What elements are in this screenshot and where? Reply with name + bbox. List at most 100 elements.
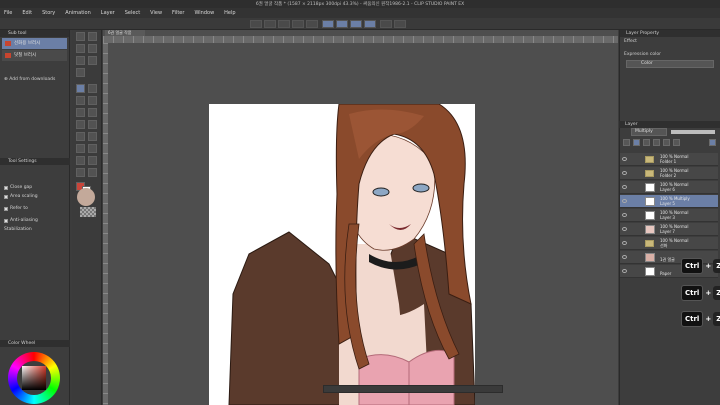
gradient-tool-icon[interactable] xyxy=(76,132,85,141)
eye-icon[interactable] xyxy=(622,269,627,273)
balloon-tool-icon[interactable] xyxy=(88,156,97,165)
canvas-area[interactable]: 6권 얼굴 작품 xyxy=(103,30,618,405)
menu-layer[interactable]: Layer xyxy=(101,10,115,16)
canvas-command-bar[interactable] xyxy=(323,385,503,393)
saturation-value-square[interactable] xyxy=(22,366,46,390)
ruler-link-icon[interactable] xyxy=(673,139,680,146)
menu-file[interactable]: File xyxy=(4,10,12,16)
clip-icon[interactable] xyxy=(623,139,630,146)
brush-swatch-icon xyxy=(5,53,11,58)
decoration-tool-icon[interactable] xyxy=(76,108,85,117)
effect-label: Effect xyxy=(624,39,637,44)
eye-icon[interactable] xyxy=(622,185,627,189)
layer-thumbnail xyxy=(645,253,655,262)
shortcut-overlay: Ctrl + Z xyxy=(681,311,720,327)
checkbox-icon[interactable] xyxy=(4,185,8,190)
airbrush-tool-icon[interactable] xyxy=(88,96,97,105)
anti-aliasing-option[interactable]: Anti-aliasing xyxy=(0,216,70,225)
brush-tip-preview xyxy=(77,188,95,206)
plus-sign: + xyxy=(705,315,712,323)
color-wheel-header: Color Wheel xyxy=(0,340,70,347)
layer-name: Paper xyxy=(660,271,672,276)
frame-tool-icon[interactable] xyxy=(76,144,85,153)
command-button[interactable] xyxy=(292,20,304,28)
menu-help[interactable]: Help xyxy=(224,10,235,16)
ruler-tool-icon[interactable] xyxy=(88,144,97,153)
opacity-slider[interactable] xyxy=(671,130,715,134)
eye-icon[interactable] xyxy=(622,227,627,231)
menu-filter[interactable]: Filter xyxy=(172,10,184,16)
command-button[interactable] xyxy=(380,20,392,28)
area-scaling-option[interactable]: Area scaling xyxy=(0,192,70,201)
option-label: Area scaling xyxy=(10,194,38,199)
eye-icon[interactable] xyxy=(622,213,627,217)
blend-tool-icon[interactable] xyxy=(76,120,85,129)
subtool-item-overpaint[interactable]: 덧칠 브러시 xyxy=(2,50,67,61)
move-layer-tool-icon[interactable] xyxy=(88,44,97,53)
tool-property-panel: Tool Settings Close gap Area scaling Ref… xyxy=(0,158,70,234)
menu-select[interactable]: Select xyxy=(125,10,140,16)
brush-texture-preview xyxy=(80,207,96,217)
layer-row[interactable]: 100 % Normal 선화 xyxy=(620,237,718,250)
refer-to-option[interactable]: Refer to xyxy=(0,204,70,213)
eye-icon[interactable] xyxy=(622,241,627,245)
line-correction-tool-icon[interactable] xyxy=(76,168,85,177)
zoom-tool-icon[interactable] xyxy=(76,32,85,41)
command-button[interactable] xyxy=(278,20,290,28)
command-button[interactable] xyxy=(264,20,276,28)
selection-tool-icon[interactable] xyxy=(76,56,85,65)
menu-window[interactable]: Window xyxy=(194,10,214,16)
menu-story[interactable]: Story xyxy=(42,10,55,16)
text-tool-icon[interactable] xyxy=(76,156,85,165)
command-button[interactable] xyxy=(306,20,318,28)
stabilization-option[interactable]: Stabilization xyxy=(0,225,70,234)
eyedropper-tool-icon[interactable] xyxy=(76,68,85,77)
menu-edit[interactable]: Edit xyxy=(22,10,32,16)
eye-icon[interactable] xyxy=(622,255,627,259)
layer-color-icon[interactable] xyxy=(709,139,716,146)
checkbox-icon[interactable] xyxy=(4,206,8,211)
expression-color-select[interactable]: Color xyxy=(626,60,714,68)
eraser-tool-icon[interactable] xyxy=(88,108,97,117)
lock-transparent-icon[interactable] xyxy=(653,139,660,146)
layer-row[interactable]: 100 % Normal Folder 1 xyxy=(620,153,718,166)
layer-row-selected[interactable]: 100 % Multiply Layer 5 xyxy=(620,195,718,208)
selection-tool-button[interactable] xyxy=(336,20,348,28)
layer-row[interactable]: 100 % Normal Layer 7 xyxy=(620,223,718,236)
eye-icon[interactable] xyxy=(622,171,627,175)
plus-sign: + xyxy=(705,289,712,297)
fill-tool-icon[interactable] xyxy=(88,120,97,129)
command-button[interactable] xyxy=(250,20,262,28)
pencil-tool-icon[interactable] xyxy=(88,84,97,93)
mask-icon[interactable] xyxy=(663,139,670,146)
selection-tool-button[interactable] xyxy=(322,20,334,28)
eye-icon[interactable] xyxy=(622,199,627,203)
add-from-downloads-link[interactable]: ⊕ Add from downloads xyxy=(0,71,69,82)
brush-tool-icon[interactable] xyxy=(76,96,85,105)
selection-tool-button[interactable] xyxy=(350,20,362,28)
auto-select-tool-icon[interactable] xyxy=(88,56,97,65)
layer-row[interactable]: 100 % Normal Folder 2 xyxy=(620,167,718,180)
checkbox-icon[interactable] xyxy=(4,218,8,223)
pen-tool-icon[interactable] xyxy=(76,84,85,93)
correct-line-tool-icon[interactable] xyxy=(88,168,97,177)
selection-tool-button[interactable] xyxy=(364,20,376,28)
canvas-paper[interactable] xyxy=(209,104,475,405)
command-button[interactable] xyxy=(394,20,406,28)
layer-row[interactable]: 100 % Normal Layer 6 xyxy=(620,181,718,194)
subtool-item-lineart[interactable]: 선화용 브러시 xyxy=(2,38,67,49)
menu-animation[interactable]: Animation xyxy=(65,10,91,16)
checkbox-icon[interactable] xyxy=(4,194,8,199)
menu-view[interactable]: View xyxy=(150,10,162,16)
figure-tool-icon[interactable] xyxy=(88,132,97,141)
layer-row[interactable]: 100 % Normal Layer 3 xyxy=(620,209,718,222)
close-gap-option[interactable]: Close gap xyxy=(0,183,70,192)
layer-thumbnail xyxy=(645,225,655,234)
operation-tool-icon[interactable] xyxy=(76,44,85,53)
reference-layer-icon[interactable] xyxy=(633,139,640,146)
blend-mode-select[interactable]: Multiply xyxy=(631,128,667,136)
lock-icon[interactable] xyxy=(643,139,650,146)
eye-icon[interactable] xyxy=(622,157,627,161)
layer-name: Layer 6 xyxy=(660,187,675,192)
move-tool-icon[interactable] xyxy=(88,32,97,41)
